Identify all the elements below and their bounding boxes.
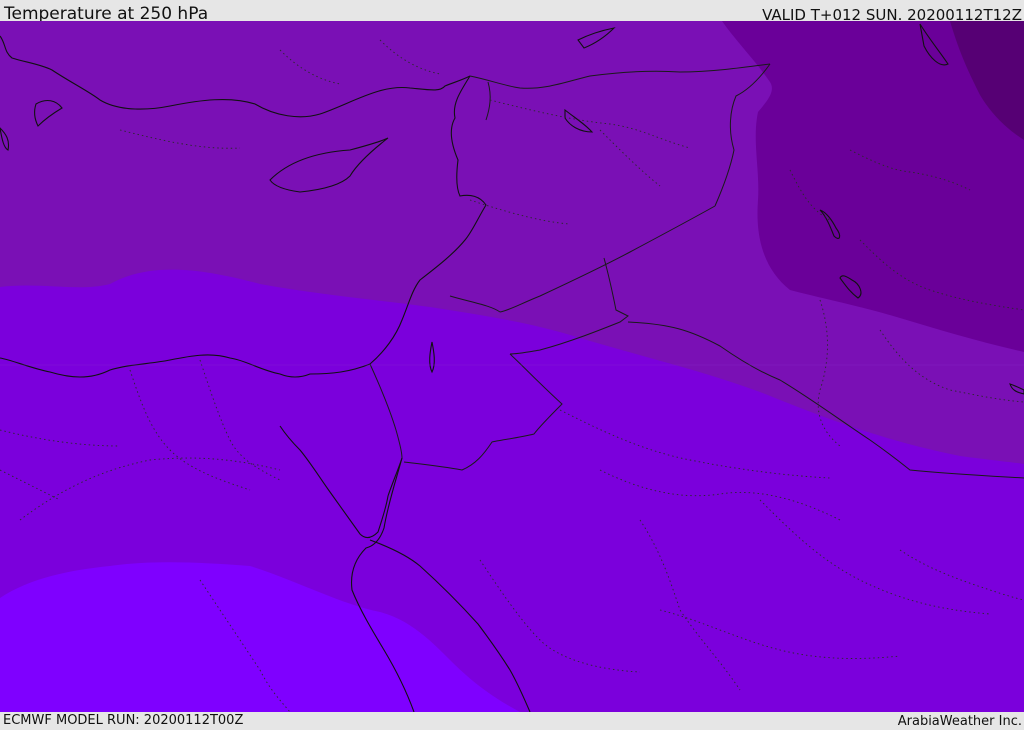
model-run-label: ECMWF MODEL RUN: 20200112T00Z — [3, 713, 244, 728]
header-bar: Temperature at 250 hPa VALID T+012 SUN. … — [0, 0, 1024, 24]
map-view[interactable] — [0, 21, 1024, 712]
credit-label: ArabiaWeather Inc. — [897, 714, 1022, 729]
footer-bar: ECMWF MODEL RUN: 20200112T00Z ArabiaWeat… — [0, 712, 1024, 729]
